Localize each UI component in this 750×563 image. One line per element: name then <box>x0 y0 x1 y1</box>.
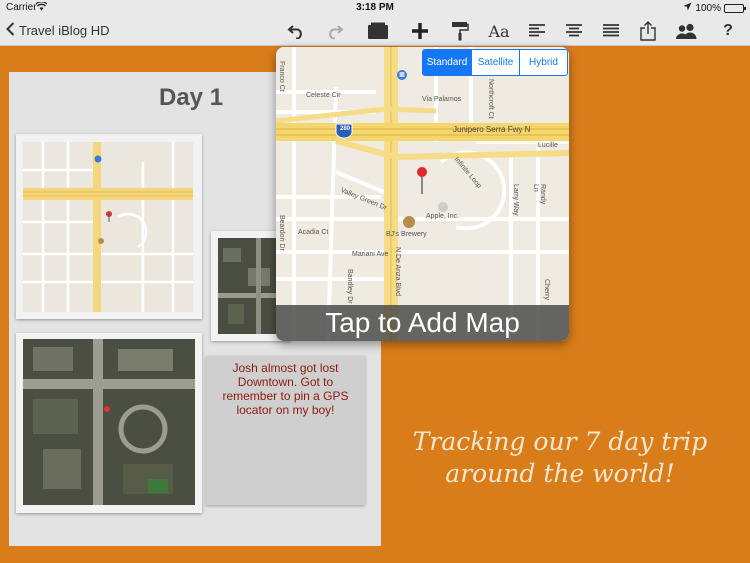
map-label: Cherry <box>543 279 550 301</box>
map-label: Acadia Ct <box>298 229 329 236</box>
undo-icon[interactable] <box>283 20 309 42</box>
map-label: Junipero Serra Fwy N <box>453 125 531 134</box>
justify-icon[interactable] <box>598 20 624 42</box>
help-icon[interactable]: ? <box>715 20 741 42</box>
back-button[interactable]: Travel iBlog HD <box>6 22 110 39</box>
add-icon[interactable] <box>407 20 433 42</box>
tap-to-add-map-button[interactable]: Tap to Add Map <box>276 305 569 341</box>
map-label: Northcroft Ct <box>487 79 494 119</box>
people-icon[interactable] <box>674 20 700 42</box>
map-label: BJ's Brewery <box>386 231 427 238</box>
battery-icon <box>724 3 746 13</box>
map-label: Lucille <box>538 142 558 149</box>
tagline[interactable]: Tracking our 7 day trip around the world… <box>392 426 728 490</box>
toolbar: Travel iBlog HD Aa ? <box>0 16 750 46</box>
map-label: Beardon Dr <box>278 215 285 251</box>
map-label: Via Palamos <box>422 96 462 103</box>
battery-percent: 100% <box>695 2 721 14</box>
map-photo-frame[interactable] <box>16 134 202 319</box>
share-icon[interactable] <box>635 20 661 42</box>
redo-icon[interactable] <box>322 20 348 42</box>
map-label: Bandley Dr <box>346 269 353 304</box>
status-bar: Carrier 3:18 PM 100% <box>0 0 750 16</box>
note-box[interactable]: Josh almost got lost Downtown. Got to re… <box>206 356 365 505</box>
chevron-left-icon <box>6 22 15 39</box>
align-center-icon[interactable] <box>561 20 587 42</box>
satellite-thumbnail-small <box>218 238 284 334</box>
map-type-standard[interactable]: Standard <box>423 50 471 75</box>
day-title: Day 1 <box>159 84 224 111</box>
card-icon[interactable] <box>365 20 391 42</box>
font-icon[interactable]: Aa <box>486 20 512 42</box>
map-label: Celeste Cir <box>306 92 341 99</box>
map-popover[interactable]: Franco Ct Celeste Cir Via Palamos Northc… <box>276 47 569 341</box>
map-label: Larry Way <box>512 184 519 216</box>
map-label: Franco Ct <box>278 61 285 92</box>
map-label: 280 <box>339 126 350 132</box>
map-label: N De Anza Blvd <box>394 247 401 297</box>
map-type-hybrid[interactable]: Hybrid <box>519 50 567 75</box>
clock: 3:18 PM <box>356 2 394 13</box>
location-arrow-icon <box>683 2 692 14</box>
map-label: Mariani Ave <box>352 251 389 258</box>
satellite-photo-frame[interactable] <box>16 333 202 513</box>
satellite-image <box>23 339 195 505</box>
map-thumbnail <box>23 142 193 312</box>
map-label: Apple, Inc. <box>426 213 460 220</box>
paint-roller-icon[interactable] <box>447 20 473 42</box>
back-button-label: Travel iBlog HD <box>19 23 110 38</box>
map-type-segmented-control: Standard Satellite Hybrid <box>422 49 568 76</box>
note-text: Josh almost got lost Downtown. Got to re… <box>222 361 349 417</box>
map-label: Randy Ln <box>532 184 546 205</box>
map-type-satellite[interactable]: Satellite <box>471 50 519 75</box>
align-left-icon[interactable] <box>524 20 550 42</box>
